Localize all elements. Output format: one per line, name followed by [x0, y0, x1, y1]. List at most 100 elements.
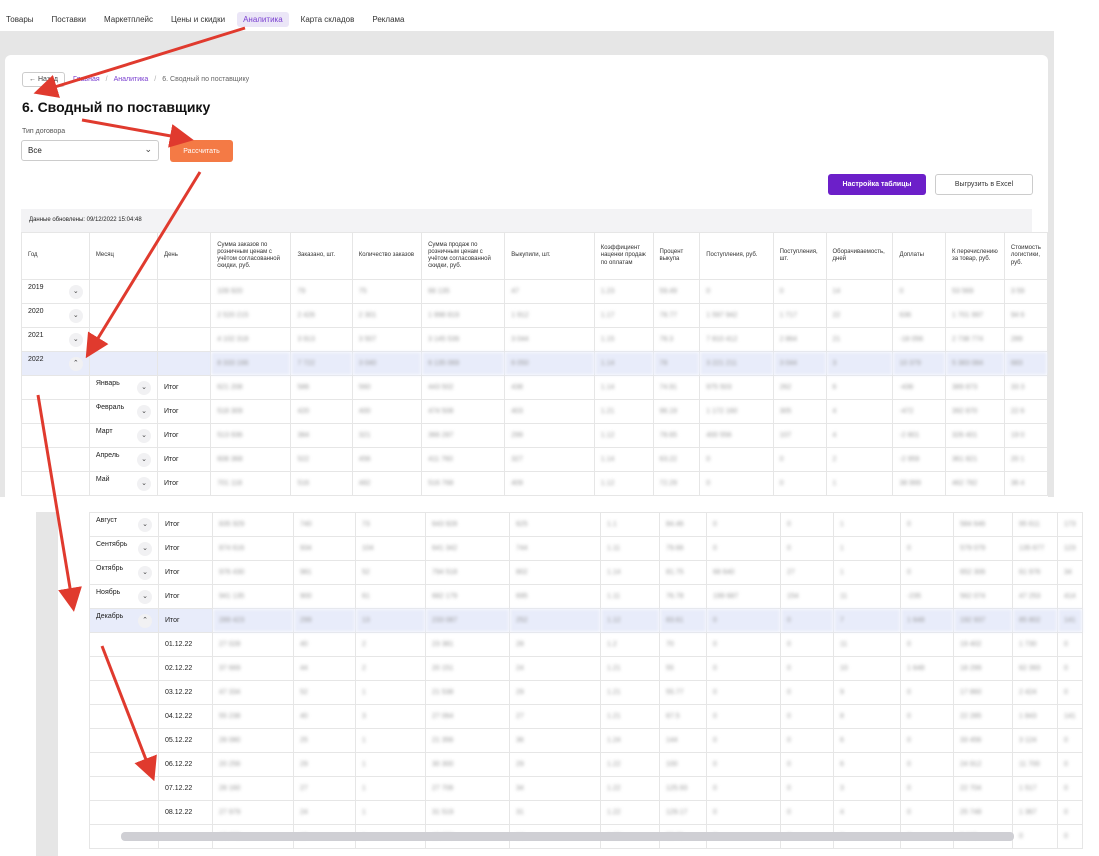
year-row[interactable]: 2020 ⌄ 2 520 215 2 426 2 301 1 998 819 1 912 1.… — [21, 303, 1048, 328]
expand-chevron-icon[interactable]: ⌄ — [68, 285, 83, 299]
calculate-button[interactable]: Рассчитать — [170, 140, 233, 162]
month-row[interactable]: Апрель ⌄ Итог 608 368 522 456 411 760 327 1.14 63… — [21, 447, 1048, 472]
table-cell: 22 285 — [953, 704, 1013, 729]
month-cell[interactable]: Сентябрь ⌄ — [89, 536, 159, 561]
table-cell: 976 430 — [212, 560, 294, 585]
day-row[interactable]: 07.12.22 28 160 27 1 27 706 34 1.22 125.93 0 0 3 0 2… — [89, 776, 1083, 801]
horizontal-scrollbar[interactable] — [121, 832, 1014, 841]
month-cell[interactable]: Октябрь ⌄ — [89, 560, 159, 585]
tab-analytics[interactable]: Аналитика — [237, 11, 289, 27]
expand-chevron-icon[interactable]: ⌄ — [68, 333, 83, 347]
year-row[interactable]: 2022 ⌃ 8 333 166 7 722 3 040 6 135 069 6 050 1.… — [21, 351, 1048, 376]
tab-supplies[interactable]: Поставки — [46, 12, 92, 27]
day-row[interactable]: 01.12.22 27 028 40 2 23 381 28 1.2 70 0 0 11 0 19 40… — [89, 632, 1083, 657]
expand-chevron-icon[interactable]: ⌃ — [68, 357, 83, 371]
column-header[interactable]: Поступления, руб. — [699, 232, 774, 280]
month-cell[interactable]: Декабрь ⌃ — [89, 608, 159, 633]
month-cell[interactable]: Январь ⌄ — [88, 375, 159, 400]
month-cell[interactable]: Ноябрь ⌄ — [89, 584, 159, 609]
column-header[interactable]: Оборачиваемость, дней — [825, 232, 894, 280]
expand-chevron-icon[interactable]: ⌄ — [137, 453, 151, 467]
month-row[interactable]: Январь ⌄ Итог 621 208 586 560 443 502 438 1.14 74… — [21, 375, 1048, 400]
column-header[interactable]: Сумма продаж по розничным ценам с учётом… — [421, 232, 506, 280]
day-row[interactable]: 04.12.22 55 238 40 3 27 064 27 1.21 67.5 0 0 8 0 22 … — [89, 704, 1083, 729]
expand-chevron-icon[interactable]: ⌄ — [137, 477, 151, 491]
column-header[interactable]: Доплаты — [892, 232, 946, 280]
expand-chevron-icon[interactable]: ⌄ — [137, 429, 151, 443]
column-header[interactable]: Выкупили, шт. — [504, 232, 595, 280]
expand-chevron-icon[interactable]: ⌄ — [138, 590, 152, 604]
tab-prices[interactable]: Цены и скидки — [165, 12, 231, 27]
month-row[interactable]: Март ⌄ Итог 513 936 384 321 366 287 299 1.12 78.6… — [21, 423, 1048, 448]
month-row[interactable]: Декабрь ⌃ Итог 289 423 299 13 233 087 252 1.12 83… — [89, 608, 1083, 633]
year-cell[interactable]: 2021 ⌄ — [21, 327, 90, 352]
month-cell[interactable]: Март ⌄ — [88, 423, 159, 448]
expand-chevron-icon[interactable]: ⌄ — [137, 405, 151, 419]
table-cell: 0 — [1057, 800, 1083, 825]
year-label: 2020 — [28, 308, 44, 315]
table-cell: 17 860 — [953, 680, 1013, 705]
table-cell: 33 456 — [953, 728, 1013, 753]
column-header[interactable]: Количество заказов — [351, 232, 423, 280]
table-cell: 24 — [293, 800, 356, 825]
expand-chevron-icon[interactable]: ⌄ — [137, 381, 151, 395]
expand-chevron-icon[interactable]: ⌄ — [138, 566, 152, 580]
table-cell: 28 080 — [212, 728, 294, 753]
month-row[interactable]: Май ⌄ Итог 701 118 516 482 516 768 409 1.12 72.29… — [21, 471, 1048, 496]
year-cell[interactable]: 2020 ⌄ — [21, 303, 90, 328]
column-header[interactable]: Год — [21, 232, 90, 280]
day-row[interactable]: 03.12.22 47 334 52 1 21 538 29 1.21 55.77 0 0 9 0 17… — [89, 680, 1083, 705]
month-cell[interactable]: Август ⌄ — [89, 512, 159, 537]
tab-warehouse-map[interactable]: Карта складов — [295, 12, 361, 27]
column-header[interactable]: Коэффициент наценки продаж по оплатам — [593, 232, 654, 280]
year-row[interactable]: 2021 ⌄ 4 102 318 3 913 3 507 3 145 539 3 044 1.… — [21, 327, 1048, 352]
column-header[interactable]: Поступления, шт. — [772, 232, 827, 280]
export-excel-button[interactable]: Выгрузить в Excel — [935, 174, 1033, 195]
month-row[interactable]: Сентябрь ⌄ Итог 874 616 934 104 641 342 744 1.11… — [89, 536, 1083, 561]
table-cell: 0 — [780, 728, 834, 753]
month-cell[interactable]: Май ⌄ — [88, 471, 159, 496]
day-row[interactable]: 08.12.22 27 979 24 1 31 519 31 1.22 129.17 0 0 4 0 2… — [89, 800, 1083, 825]
year-cell[interactable]: 2019 ⌄ — [21, 279, 90, 304]
expand-chevron-icon[interactable]: ⌃ — [138, 614, 152, 628]
main-card: ← Назад Главная / Аналитика / 6. Сводный… — [5, 55, 1048, 497]
month-row[interactable]: Август ⌄ Итог 835 929 740 73 643 928 625 1.1 84.4… — [89, 512, 1083, 537]
year-cell[interactable]: 2022 ⌃ — [21, 351, 90, 376]
tab-ads[interactable]: Реклама — [366, 12, 410, 27]
day-row[interactable]: 05.12.22 28 080 25 1 21 356 36 1.24 144 0 0 6 0 33 4… — [89, 728, 1083, 753]
month-cell[interactable]: Апрель ⌄ — [88, 447, 159, 472]
day-cell — [156, 351, 212, 376]
column-header[interactable]: Стоимость логистики, руб. — [1003, 232, 1048, 280]
table-cell: 1 — [833, 536, 901, 561]
table-cell: 562 074 — [953, 584, 1013, 609]
column-header[interactable]: Процент выкупа — [652, 232, 701, 280]
year-row[interactable]: 2019 ⌄ 109 920 79 75 66 135 47 1.23 59.49 0 0 14 0 53… — [21, 279, 1048, 304]
back-button[interactable]: ← Назад — [22, 72, 66, 87]
expand-chevron-icon[interactable]: ⌄ — [68, 309, 83, 323]
table-cell: 31 — [509, 800, 601, 825]
table-cell: 125.93 — [659, 776, 707, 801]
column-header[interactable]: Месяц — [88, 232, 159, 280]
expand-chevron-icon[interactable]: ⌄ — [138, 518, 152, 532]
table-cell: 70 — [659, 632, 707, 657]
column-header[interactable]: Сумма заказов по розничным ценам с учёто… — [210, 232, 292, 280]
breadcrumb-home[interactable]: Главная — [73, 76, 100, 83]
contract-type-select[interactable]: Все ⌄ — [21, 140, 159, 161]
column-header[interactable]: К перечислению за товар, руб. — [944, 232, 1005, 280]
day-cell: 06.12.22 — [158, 752, 213, 777]
month-row[interactable]: Февраль ⌄ Итог 518 309 420 400 474 508 403 1.21 9… — [21, 399, 1048, 424]
tab-marketplace[interactable]: Маркетплейс — [98, 12, 159, 27]
month-row[interactable]: Ноябрь ⌄ Итог 941 135 900 61 682 179 695 1.11 76.… — [89, 584, 1083, 609]
column-header[interactable]: Заказано, шт. — [290, 232, 353, 280]
day-cell: Итог — [158, 512, 213, 537]
breadcrumb-analytics[interactable]: Аналитика — [114, 76, 149, 83]
column-header[interactable]: День — [156, 232, 212, 280]
tab-products[interactable]: Товары — [0, 12, 40, 27]
month-cell[interactable]: Февраль ⌄ — [88, 399, 159, 424]
day-cell: 07.12.22 — [158, 776, 213, 801]
month-row[interactable]: Октябрь ⌄ Итог 976 430 981 52 794 518 802 1.14 81… — [89, 560, 1083, 585]
day-row[interactable]: 06.12.22 20 256 29 1 30 300 29 1.22 100 0 0 6 0 24 9… — [89, 752, 1083, 777]
expand-chevron-icon[interactable]: ⌄ — [138, 542, 152, 556]
day-row[interactable]: 02.12.22 37 669 44 2 20 151 24 1.21 55 0 0 10 1 648… — [89, 656, 1083, 681]
table-settings-button[interactable]: Настройка таблицы — [828, 174, 926, 195]
